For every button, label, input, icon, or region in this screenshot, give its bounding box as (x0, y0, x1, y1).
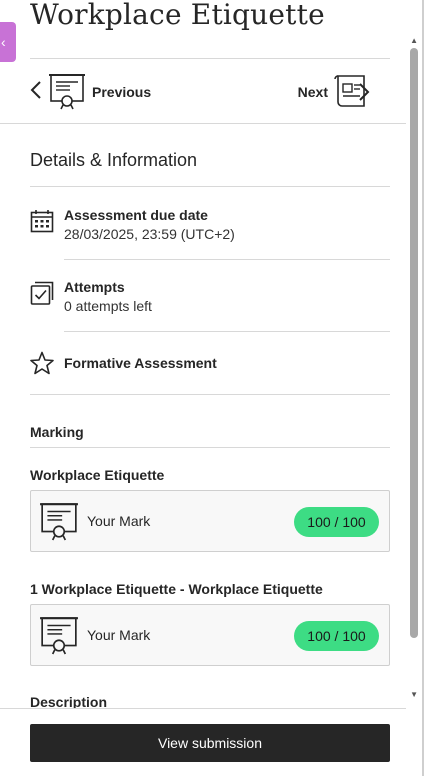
chevron-right-icon[interactable] (358, 82, 370, 107)
divider (30, 447, 390, 448)
marking-title: Marking (30, 424, 84, 440)
certificate-icon (39, 615, 79, 655)
divider (64, 331, 390, 332)
previous-label: Previous (92, 84, 152, 100)
mark-card[interactable]: Your Mark 100 / 100 (30, 490, 390, 552)
calendar-icon (30, 209, 54, 233)
previous-button[interactable]: Previous (30, 72, 151, 112)
score-badge: 100 / 100 (294, 507, 379, 537)
score-badge: 100 / 100 (294, 621, 379, 651)
scroll-thumb[interactable] (410, 48, 418, 638)
divider (30, 394, 390, 395)
divider (64, 259, 390, 260)
view-submission-button[interactable]: View submission (30, 724, 390, 762)
star-icon (30, 351, 54, 375)
due-date-row: Assessment due date 28/03/2025, 23:59 (U… (30, 206, 235, 244)
mark-item-title: 1 Workplace Etiquette - Workplace Etique… (30, 581, 323, 597)
attempts-label: Attempts (64, 279, 125, 295)
your-mark-label: Your Mark (87, 513, 151, 529)
due-date-value: 28/03/2025, 23:59 (UTC+2) (64, 226, 235, 242)
scroll-down-icon[interactable]: ▼ (410, 690, 418, 699)
details-section-title: Details & Information (30, 150, 198, 170)
scroll-up-icon[interactable]: ▲ (410, 36, 418, 45)
footer-bar: View submission (0, 708, 406, 776)
formative-label: Formative Assessment (64, 355, 217, 371)
attempts-icon (30, 281, 54, 305)
collapse-panel-button[interactable]: ‹ (0, 22, 16, 62)
your-mark-label: Your Mark (87, 627, 151, 643)
chevron-left-icon (30, 80, 42, 104)
divider (0, 123, 406, 124)
certificate-icon (39, 501, 79, 541)
mark-card[interactable]: Your Mark 100 / 100 (30, 604, 390, 666)
formative-row: Formative Assessment (30, 351, 217, 375)
divider (30, 58, 390, 59)
next-label: Next (297, 84, 328, 100)
page-title: Workplace Etiquette (30, 0, 325, 31)
due-date-label: Assessment due date (64, 207, 208, 223)
attempts-value: 0 attempts left (64, 298, 152, 314)
mark-item-title: Workplace Etiquette (30, 467, 165, 483)
certificate-icon (48, 72, 86, 113)
divider (30, 186, 390, 187)
page: Workplace Etiquette ‹ Previous Next Deta… (0, 0, 424, 776)
chevron-left-icon: ‹ (1, 34, 6, 50)
attempts-row: Attempts 0 attempts left (30, 278, 152, 316)
